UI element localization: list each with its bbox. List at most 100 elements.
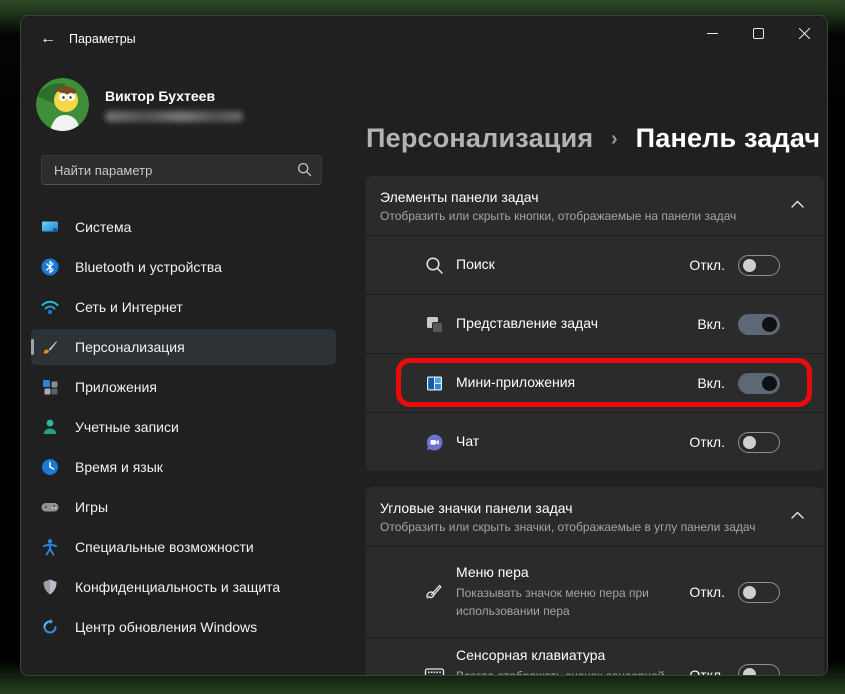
setting-row-touch-keyboard: Сенсорная клавиатура Всегда отображать з… <box>366 637 824 676</box>
user-email-blurred <box>105 111 243 122</box>
sidebar-item-games[interactable]: Игры <box>31 489 336 525</box>
window-title: Параметры <box>69 32 136 46</box>
search-icon <box>423 256 445 275</box>
time-language-icon <box>40 457 60 477</box>
setting-label: Чат <box>456 433 479 449</box>
sidebar-item-label: Время и язык <box>75 459 163 475</box>
chevron-up-icon[interactable] <box>791 200 804 208</box>
task-view-icon <box>423 315 445 334</box>
setting-label: Представление задач <box>456 315 598 331</box>
accessibility-icon <box>40 537 60 557</box>
section-header[interactable]: Угловые значки панели задач Отобразить и… <box>366 487 824 546</box>
section-header[interactable]: Элементы панели задач Отобразить или скр… <box>366 176 824 235</box>
toggle-state-label: Откл. <box>689 667 725 677</box>
toggle-knob <box>743 668 756 676</box>
setting-row-search: Поиск Откл. <box>366 235 824 294</box>
section-taskbar-corner-icons: Угловые значки панели задач Отобразить и… <box>366 487 824 676</box>
toggle-switch[interactable] <box>738 432 780 453</box>
settings-window: ← Параметры <box>20 15 828 676</box>
chat-icon <box>423 433 445 452</box>
toggle-state-label: Откл. <box>689 584 725 600</box>
search-icon <box>297 162 312 177</box>
user-profile[interactable]: Виктор Бухтеев <box>36 78 346 131</box>
toggle-switch[interactable] <box>738 664 780 676</box>
toggle-knob <box>743 436 756 449</box>
sidebar-item-network[interactable]: Сеть и Интернет <box>31 289 336 325</box>
maximize-icon <box>753 28 764 39</box>
breadcrumb-separator: › <box>611 128 618 150</box>
section-title: Элементы панели задач <box>380 189 780 205</box>
chevron-up-icon[interactable] <box>791 511 804 519</box>
sidebar-item-label: Персонализация <box>75 339 185 355</box>
setting-description: Всегда отображать значок сенсорной клави… <box>456 668 671 676</box>
breadcrumb: Персонализация › Панель задач <box>366 123 824 154</box>
setting-row-widgets: Мини-приложения Вкл. <box>366 353 824 412</box>
toggle-knob <box>762 376 777 391</box>
setting-label: Мини-приложения <box>456 374 575 390</box>
breadcrumb-parent[interactable]: Персонализация <box>366 123 593 153</box>
setting-label: Меню пера <box>456 564 529 580</box>
sidebar-item-apps[interactable]: Приложения <box>31 369 336 405</box>
personalization-icon <box>40 337 60 357</box>
setting-label: Поиск <box>456 256 495 272</box>
sidebar-item-system[interactable]: Система <box>31 209 336 245</box>
toggle-state-label: Вкл. <box>697 316 725 332</box>
toggle-knob <box>762 317 777 332</box>
toggle-switch[interactable] <box>738 582 780 603</box>
sidebar: Виктор Бухтеев С <box>21 62 346 676</box>
setting-row-pen-menu: Меню пера Показывать значок меню пера пр… <box>366 546 824 637</box>
setting-description: Показывать значок меню пера при использо… <box>456 585 671 620</box>
setting-label: Сенсорная клавиатура <box>456 647 605 663</box>
setting-row-chat: Чат Откл. <box>366 412 824 471</box>
avatar <box>36 78 89 131</box>
system-icon <box>40 217 60 237</box>
close-icon <box>799 28 810 39</box>
sidebar-item-label: Система <box>75 219 131 235</box>
main-content: Персонализация › Панель задач Элементы п… <box>346 62 828 676</box>
toggle-state-label: Откл. <box>689 434 725 450</box>
window-controls <box>689 16 827 50</box>
toggle-state-label: Откл. <box>689 257 725 273</box>
sidebar-item-accessibility[interactable]: Специальные возможности <box>31 529 336 565</box>
sidebar-item-label: Конфиденциальность и защита <box>75 579 280 595</box>
pen-menu-icon <box>423 582 445 602</box>
toggle-switch[interactable] <box>738 314 780 335</box>
section-title: Угловые значки панели задач <box>380 500 780 516</box>
search-input[interactable] <box>41 155 322 185</box>
network-icon <box>40 297 60 317</box>
sidebar-item-time-language[interactable]: Время и язык <box>31 449 336 485</box>
search-box <box>41 155 322 185</box>
title-bar: ← Параметры <box>21 16 827 62</box>
close-button[interactable] <box>781 16 827 50</box>
sidebar-item-label: Bluetooth и устройства <box>75 259 222 275</box>
section-subtitle: Отобразить или скрыть кнопки, отображаем… <box>380 209 780 223</box>
sidebar-item-windows-update[interactable]: Центр обновления Windows <box>31 609 336 645</box>
minimize-button[interactable] <box>689 16 735 50</box>
bluetooth-icon <box>40 257 60 277</box>
toggle-switch[interactable] <box>738 255 780 276</box>
accounts-icon <box>40 417 60 437</box>
toggle-knob <box>743 586 756 599</box>
sidebar-item-personalization[interactable]: Персонализация <box>31 329 336 365</box>
windows-update-icon <box>40 617 60 637</box>
section-subtitle: Отобразить или скрыть значки, отображаем… <box>380 520 780 534</box>
sidebar-item-label: Специальные возможности <box>75 539 254 555</box>
toggle-knob <box>743 259 756 272</box>
setting-row-task-view: Представление задач Вкл. <box>366 294 824 353</box>
sidebar-nav: Система Bluetooth и устройства <box>21 209 346 645</box>
sidebar-item-label: Центр обновления Windows <box>75 619 257 635</box>
sidebar-item-label: Учетные записи <box>75 419 179 435</box>
user-name: Виктор Бухтеев <box>105 88 243 104</box>
maximize-button[interactable] <box>735 16 781 50</box>
sidebar-item-label: Сеть и Интернет <box>75 299 183 315</box>
sidebar-item-privacy[interactable]: Конфиденциальность и защита <box>31 569 336 605</box>
sidebar-item-accounts[interactable]: Учетные записи <box>31 409 336 445</box>
toggle-switch[interactable] <box>738 373 780 394</box>
touch-keyboard-icon <box>423 664 445 676</box>
sidebar-item-bluetooth[interactable]: Bluetooth и устройства <box>31 249 336 285</box>
sidebar-item-label: Приложения <box>75 379 157 395</box>
toggle-state-label: Вкл. <box>697 375 725 391</box>
games-icon <box>40 497 60 517</box>
apps-icon <box>40 377 60 397</box>
back-button[interactable]: ← <box>31 24 65 54</box>
